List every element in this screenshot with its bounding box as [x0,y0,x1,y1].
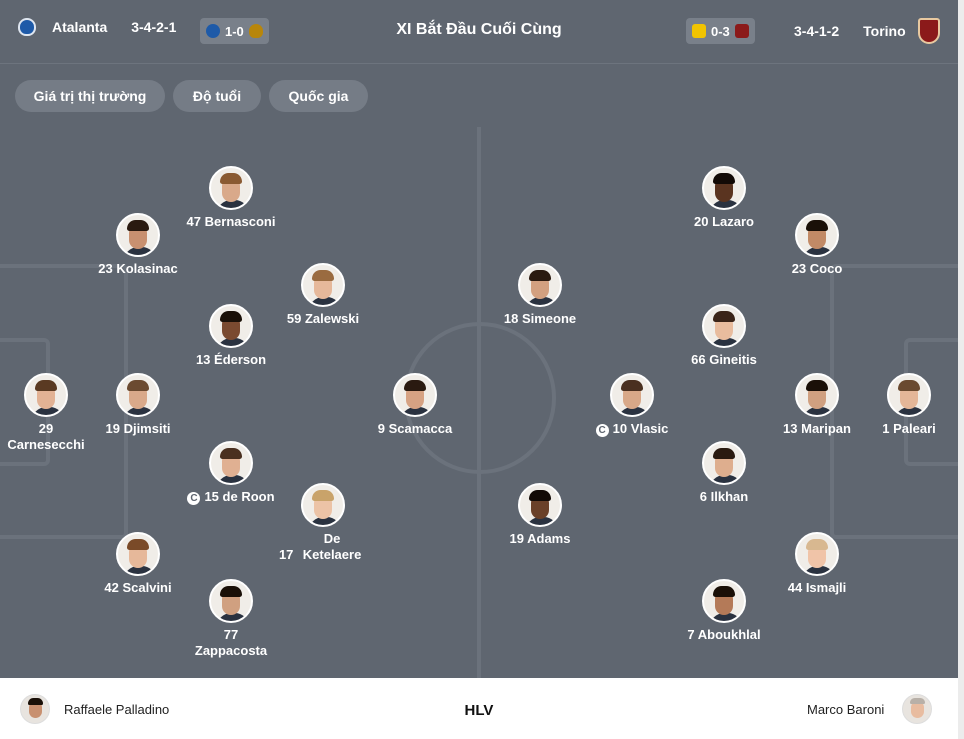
player-scamacca[interactable]: 9 Scamacca [345,373,485,437]
player-photo [209,441,253,485]
player-coco[interactable]: 23 Coco [747,213,887,277]
away-formation: 3-4-1-2 [794,23,840,39]
player-name: Adams [527,531,571,546]
player-vlasic[interactable]: C 10 Vlasic [562,373,702,437]
away-team-name: Torino [863,23,906,39]
player-ederson[interactable]: 13 Éderson [161,304,301,368]
verona-crest-icon [692,24,706,38]
player-number: 10 [612,421,628,436]
player-number: 1 [882,421,890,436]
player-djimsiti[interactable]: 19 Djimsiti [68,373,208,437]
player-photo [518,483,562,527]
pitch: 47 Bernasconi 23 Kolasinac 59 Zalewski 1… [0,127,962,678]
player-number: 77 [223,627,239,642]
lineup-panel: Atalanta 3-4-2-1 1-0 XI Bắt Đầu Cuối Cùn… [0,0,962,678]
captain-icon: C [187,492,201,505]
player-kolasinac[interactable]: 23 Kolasinac [68,213,208,277]
player-number: 42 [104,580,119,595]
player-photo [393,373,437,417]
player-name: Vlasic [630,421,669,436]
player-name: Bernasconi [204,214,276,229]
player-number: 6 [699,489,708,504]
player-number: 15 [204,489,219,504]
player-photo [301,263,345,307]
torino-small-crest-icon [734,24,749,38]
filter-bar: Giá trị thị trường Độ tuổi Quốc gia [0,64,958,127]
away-team[interactable]: 3-4-1-2 Torino [794,18,940,44]
player-zappacosta[interactable]: 77 Zappacosta [161,579,301,659]
torino-crest-icon [917,18,940,44]
player-photo [702,579,746,623]
player-number: 66 [691,352,706,367]
player-name: Zappacosta [194,643,268,658]
lineup-header: Atalanta 3-4-2-1 1-0 XI Bắt Đầu Cuối Cùn… [0,0,958,64]
away-coach-name: Marco Baroni [807,701,885,717]
player-name: Gineitis [709,352,757,367]
player-photo [116,373,160,417]
player-number: 7 [687,627,695,642]
away-last-match[interactable]: 0-3 [686,18,755,44]
player-number: 29 [38,421,54,436]
filter-market-value[interactable]: Giá trị thị trường [15,80,165,112]
player-paleari[interactable]: 1 Paleari [839,373,964,437]
player-aboukhlal[interactable]: 7 Aboukhlal [654,579,794,643]
lineup-page: Atalanta 3-4-2-1 1-0 XI Bắt Đầu Cuối Cùn… [0,0,964,739]
player-photo [116,532,160,576]
player-number: 23 [791,261,807,276]
player-name: Ilkhan [710,489,749,504]
scrollbar-edge [958,0,964,739]
player-photo [209,304,253,348]
player-name: Djimsiti [123,421,171,436]
player-photo [24,373,68,417]
player-photo [795,373,839,417]
captain-icon: C [595,424,609,437]
player-name: Paleari [893,421,936,436]
player-number: 13 [195,352,211,367]
player-number: 13 [783,421,798,436]
player-photo [518,263,562,307]
player-number: 18 [503,311,519,326]
player-name: Zalewski [304,311,360,326]
away-coach[interactable]: Marco Baroni [807,694,933,724]
player-name: Ismajli [805,580,847,595]
player-name: De Ketelaere [302,531,362,562]
player-photo [301,483,345,527]
player-gineitis[interactable]: 66 Gineitis [654,304,794,368]
player-name: Éderson [214,352,267,367]
player-simeone[interactable]: 18 Simeone [470,263,610,327]
filter-age[interactable]: Độ tuổi [173,80,261,112]
away-coach-avatar [902,694,933,724]
player-name: Aboukhlal [697,627,761,642]
filter-nationality[interactable]: Quốc gia [269,80,368,112]
player-adams[interactable]: 19 Adams [470,483,610,547]
player-number: 9 [377,421,385,436]
player-name: Kolasinac [116,261,178,276]
player-photo [209,579,253,623]
player-number: 19 [105,421,120,436]
player-de-ketelaere[interactable]: 17 De Ketelaere [253,483,393,563]
player-photo [702,441,746,485]
player-name: Simeone [521,311,577,326]
player-photo [795,532,839,576]
player-photo [702,166,746,210]
player-photo [209,166,253,210]
player-photo [887,373,931,417]
player-photo [610,373,654,417]
player-name: Scamacca [388,421,453,436]
player-name: Carnesecchi [7,437,85,452]
away-last-result: 0-3 [711,23,730,39]
player-number: 17 [278,547,294,562]
player-number: 23 [98,261,113,276]
player-number: 19 [509,531,524,546]
player-ilkhan[interactable]: 6 Ilkhan [654,441,794,505]
player-photo [795,213,839,257]
player-name: Coco [809,261,843,276]
player-number: 20 [694,214,709,229]
player-photo [116,213,160,257]
player-photo [702,304,746,348]
coaches-bar: Raffaele Palladino HLV Marco Baroni [0,678,958,739]
